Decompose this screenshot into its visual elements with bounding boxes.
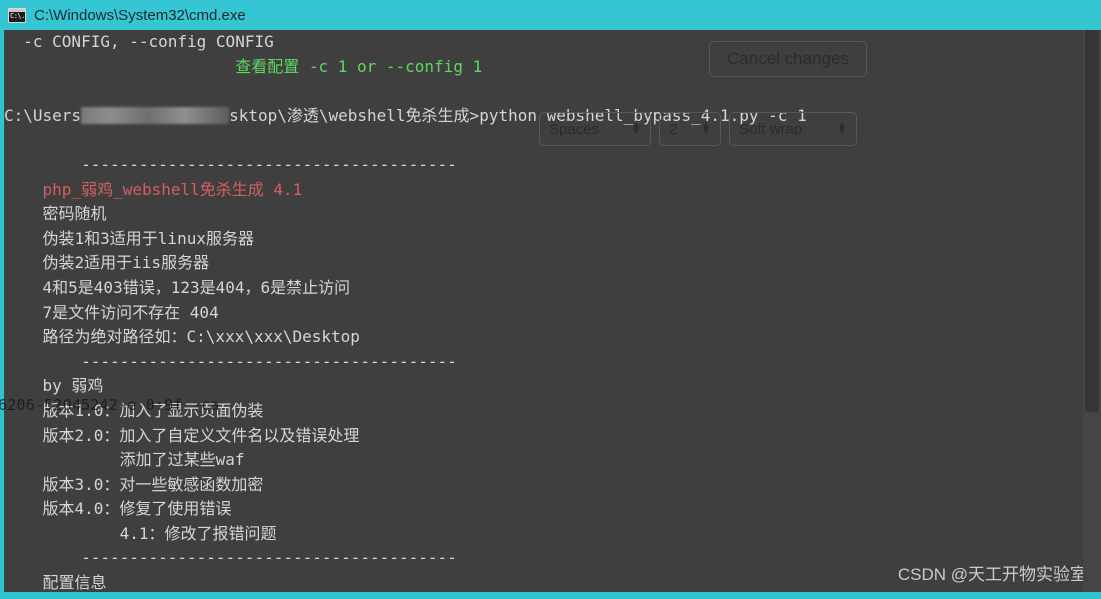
indent-size-select[interactable]: 2 ▲ ▼ <box>659 112 721 146</box>
console-line-banner-5: 7是文件访问不存在 404 <box>4 301 1064 326</box>
indent-size-value: 2 <box>669 120 678 138</box>
console-line-text: 密码随机 <box>4 204 107 224</box>
console-line-text: 7是文件访问不存在 404 <box>4 302 219 322</box>
console-line-text: 查看配置 -c 1 or --config 1 <box>4 56 483 76</box>
console-line-text: 4和5是403错误，123是404，6是禁止访问 <box>4 277 351 297</box>
console-line-text: 伪装2适用于iis服务器 <box>4 253 210 273</box>
console-line-blank-1 <box>4 79 1064 104</box>
console-line-blank-2 <box>4 128 1064 153</box>
indent-type-select[interactable]: Spaces ▲ ▼ <box>539 112 651 146</box>
console-line-banner-4: 4和5是403错误，123是404，6是禁止访问 <box>4 276 1064 301</box>
cmd-window: C:\. C:\Windows\System32\cmd.exe -c CONF… <box>0 0 1101 599</box>
chevron-updown-icon: ▲ ▼ <box>631 120 641 137</box>
console-line-text: -c CONFIG, --config CONFIG <box>4 32 274 51</box>
indent-type-value: Spaces <box>549 120 600 138</box>
console-line-banner-2: 伪装1和3适用于linux服务器 <box>4 227 1064 252</box>
console-line-text: 版本1.0：加入了显示页面伪装 <box>4 400 264 420</box>
console-line-text: by 弱鸡 <box>4 376 104 396</box>
console-line-help-option-desc: 查看配置 -c 1 or --config 1 <box>4 55 1064 80</box>
status-bar-selects: Spaces ▲ ▼ 2 ▲ ▼ Soft wrap ▲ ▼ <box>539 112 857 146</box>
console-line-text: php_弱鸡_webshell免杀生成 4.1 <box>4 179 303 199</box>
console-line-banner-title: php_弱鸡_webshell免杀生成 4.1 <box>4 178 1064 203</box>
console-line-author: by 弱鸡 <box>4 374 1064 399</box>
wrap-mode-value: Soft wrap <box>739 120 803 138</box>
console-line-banner-3: 伪装2适用于iis服务器 <box>4 251 1064 276</box>
console-line-sep-2: --------------------------------------- <box>4 350 1064 375</box>
cmd-icon-glyph: C:\. <box>10 11 25 20</box>
console-line-ver-2b: 添加了过某些waf <box>4 448 1064 473</box>
console-line-ver-41: 4.1：修改了报错问题 <box>4 522 1064 547</box>
console-line-text: 4.1：修改了报错问题 <box>4 523 277 543</box>
console-line-text: 配置信息 <box>4 573 107 592</box>
window-title: C:\Windows\System32\cmd.exe <box>34 6 246 24</box>
console-line-text: 路径为绝对路径如：C:\xxx\xxx\Desktop <box>4 327 360 347</box>
console-line-text: 添加了过某些waf <box>4 450 245 470</box>
console-line-text: --------------------------------------- <box>4 154 457 174</box>
console-line-prompt-command: C:\Users sktop\渗透\webshell免杀生成>python web… <box>4 104 1064 129</box>
cmd-icon: C:\. <box>8 7 26 23</box>
console-line-banner-6: 路径为绝对路径如：C:\xxx\xxx\Desktop <box>4 325 1064 350</box>
wrap-mode-select[interactable]: Soft wrap ▲ ▼ <box>729 112 857 146</box>
console-line-text: C:\Users <box>4 105 82 125</box>
left-edge-rule <box>4 30 5 592</box>
console-line-text: 版本4.0：修复了使用错误 <box>4 499 232 519</box>
console-line-ver-2: 版本2.0：加入了自定义文件名以及错误处理 <box>4 424 1064 449</box>
vertical-scrollbar-thumb[interactable] <box>1085 30 1099 413</box>
console-line-ver-3: 版本3.0：对一些敏感函数加密 <box>4 473 1064 498</box>
console-line-help-option: -c CONFIG, --config CONFIG <box>4 30 1064 55</box>
titlebar: C:\. C:\Windows\System32\cmd.exe <box>0 0 1101 30</box>
cancel-changes-button[interactable]: Cancel changes <box>709 41 867 77</box>
console-line-text: 伪装1和3适用于linux服务器 <box>4 228 254 248</box>
console-line-text: 版本2.0：加入了自定义文件名以及错误处理 <box>4 425 360 445</box>
console-line-banner-1: 密码随机 <box>4 202 1064 227</box>
console-text: -c CONFIG, --config CONFIG 查看配置 -c 1 or … <box>4 30 1064 592</box>
chevron-updown-icon: ▲ ▼ <box>837 120 847 137</box>
console-line-ver-4: 版本4.0：修复了使用错误 <box>4 497 1064 522</box>
console-line-text: --------------------------------------- <box>4 351 457 371</box>
console-line-text: 版本3.0：对一些敏感函数加密 <box>4 474 264 494</box>
chevron-updown-icon: ▲ ▼ <box>701 120 711 137</box>
console-line-text: --------------------------------------- <box>4 548 457 568</box>
redacted-block <box>81 106 230 124</box>
vertical-scrollbar-track[interactable] <box>1083 30 1101 592</box>
console-line-ver-1: 版本1.0：加入了显示页面伪装 <box>4 399 1064 424</box>
csdn-watermark: CSDN @天工开物实验室 <box>897 565 1087 584</box>
console-line-sep-1: --------------------------------------- <box>4 153 1064 178</box>
